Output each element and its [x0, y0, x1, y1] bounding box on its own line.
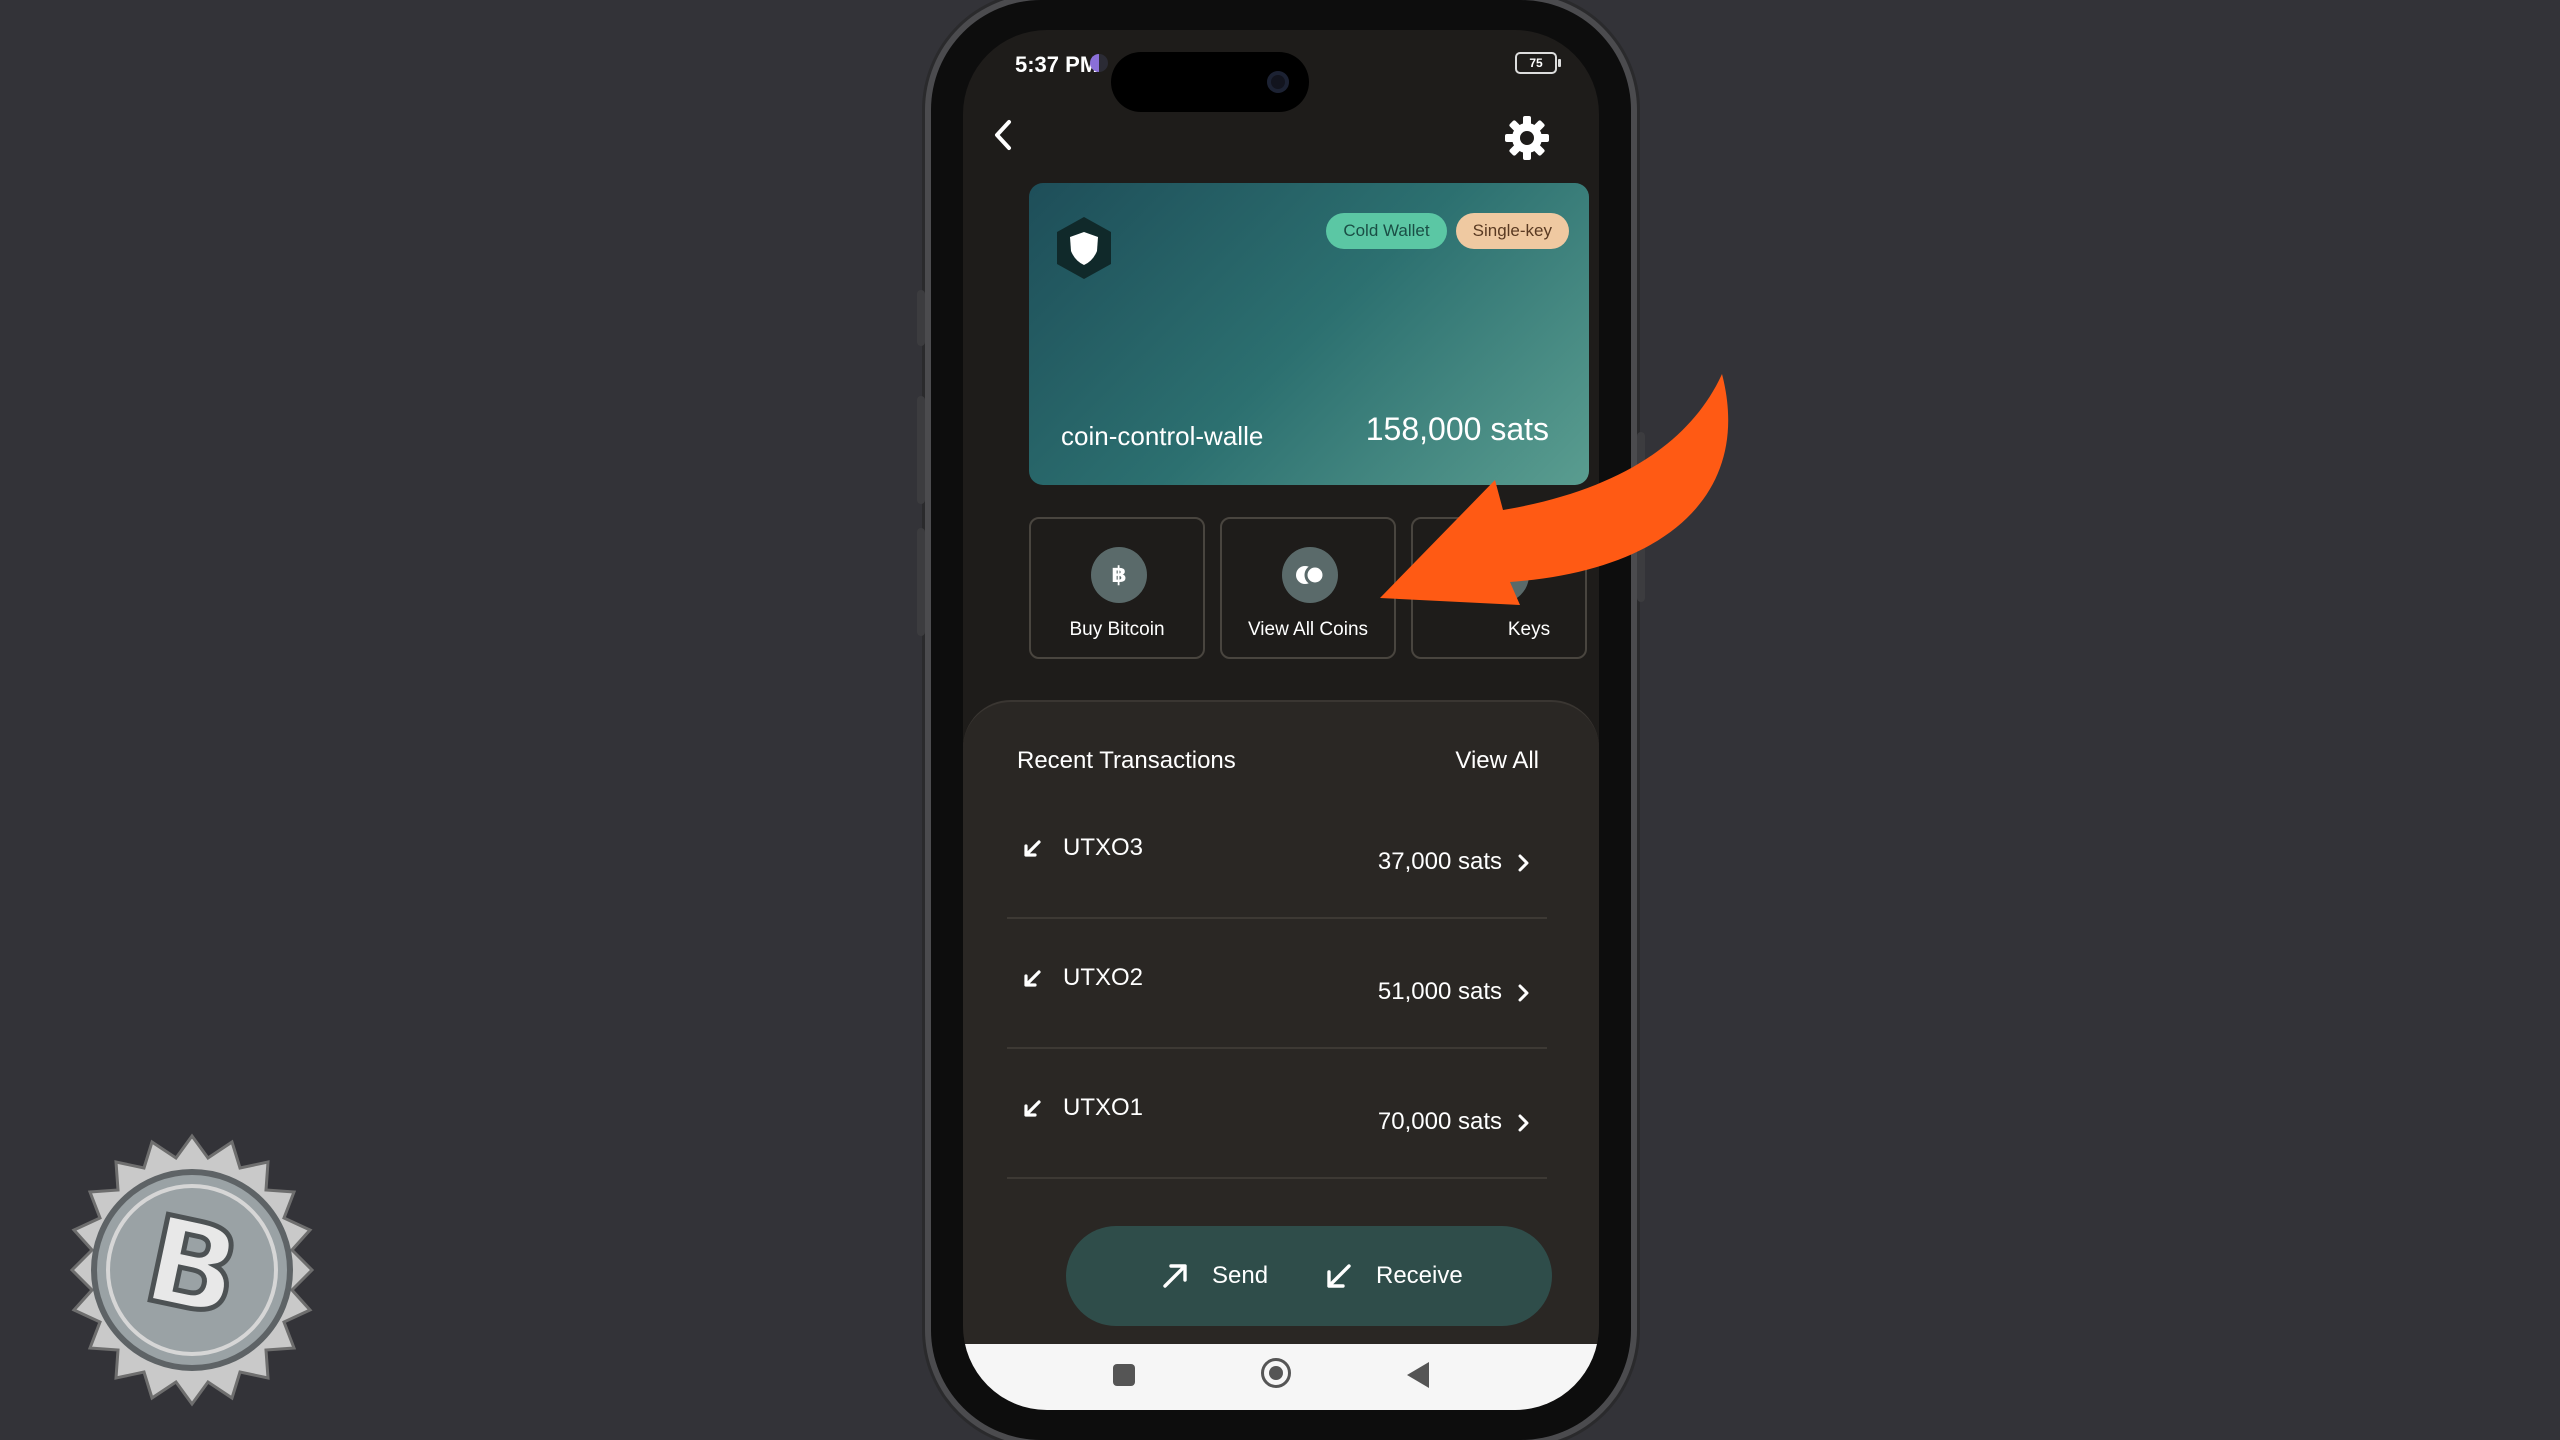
single-key-badge: Single-key	[1455, 213, 1569, 249]
receive-button[interactable]: Receive	[1322, 1226, 1463, 1326]
transaction-amount: 70,000 sats	[1377, 1108, 1502, 1135]
transaction-row[interactable]: UTXO2 51,000 sats	[1007, 952, 1547, 1082]
receive-arrow-icon	[1327, 1264, 1351, 1288]
transaction-row[interactable]: UTXO3 37,000 sats	[1007, 822, 1547, 952]
back-button[interactable]	[983, 110, 1023, 160]
receive-arrow-icon	[1024, 1100, 1041, 1117]
send-receive-bar: Send Receive	[1066, 1226, 1552, 1326]
section-title: Recent Transactions	[1017, 747, 1236, 774]
divider	[1007, 917, 1547, 919]
home-button[interactable]	[1261, 1358, 1291, 1388]
transaction-name: UTXO3	[1063, 834, 1144, 861]
chevron-right-icon	[1518, 984, 1529, 1002]
gear-icon	[1505, 116, 1549, 160]
battery-indicator: 75	[1515, 52, 1561, 74]
cold-wallet-badge: Cold Wallet	[1326, 213, 1447, 249]
system-back-button[interactable]	[1407, 1362, 1429, 1388]
volume-up-button	[917, 396, 925, 504]
status-time: 5:37 PM	[1015, 52, 1099, 77]
buy-bitcoin-button[interactable]: ฿ Buy Bitcoin	[1029, 517, 1205, 659]
receive-label: Receive	[1376, 1262, 1463, 1289]
transaction-amount: 51,000 sats	[1377, 978, 1502, 1005]
send-label: Send	[1212, 1262, 1269, 1289]
annotation-arrow-icon	[1380, 374, 1729, 605]
status-app-icon	[1090, 54, 1108, 72]
bitcoin-seal-logo: B	[69, 1133, 315, 1407]
action-label: Buy Bitcoin	[1069, 619, 1165, 640]
transaction-name: UTXO1	[1063, 1094, 1144, 1121]
wallet-badges: Cold Wallet Single-key	[1326, 213, 1569, 249]
send-arrow-icon	[1163, 1264, 1187, 1288]
chevron-right-icon	[1518, 854, 1529, 872]
system-nav-bar	[963, 1344, 1599, 1410]
volume-down-button	[917, 528, 925, 636]
front-camera	[1267, 71, 1289, 93]
view-all-link[interactable]: View All	[1455, 747, 1539, 775]
divider	[1007, 1047, 1547, 1049]
transaction-name: UTXO2	[1063, 964, 1144, 991]
chevron-right-icon	[1518, 1114, 1529, 1132]
phone-frame: 5:37 PM 75 Cold Wallet Single-key coin-c…	[917, 0, 1645, 1440]
settings-button[interactable]	[1499, 110, 1555, 166]
bitcoin-icon: ฿	[1091, 547, 1147, 603]
coins-icon	[1282, 547, 1338, 603]
dynamic-island	[1111, 52, 1309, 112]
divider	[1007, 1177, 1547, 1179]
recents-button[interactable]	[1113, 1364, 1135, 1386]
receive-arrow-icon	[1024, 840, 1041, 857]
app-screen: 5:37 PM 75 Cold Wallet Single-key coin-c…	[963, 30, 1599, 1410]
send-button[interactable]: Send	[1158, 1226, 1268, 1326]
wallet-name: coin-control-walle	[1061, 421, 1264, 451]
transaction-amount: 37,000 sats	[1377, 848, 1502, 875]
receive-arrow-icon	[1024, 970, 1041, 987]
action-button	[917, 290, 925, 346]
transaction-row[interactable]: UTXO1 70,000 sats	[1007, 1082, 1547, 1212]
shield-icon	[1057, 217, 1111, 279]
chevron-left-icon	[995, 120, 1011, 150]
